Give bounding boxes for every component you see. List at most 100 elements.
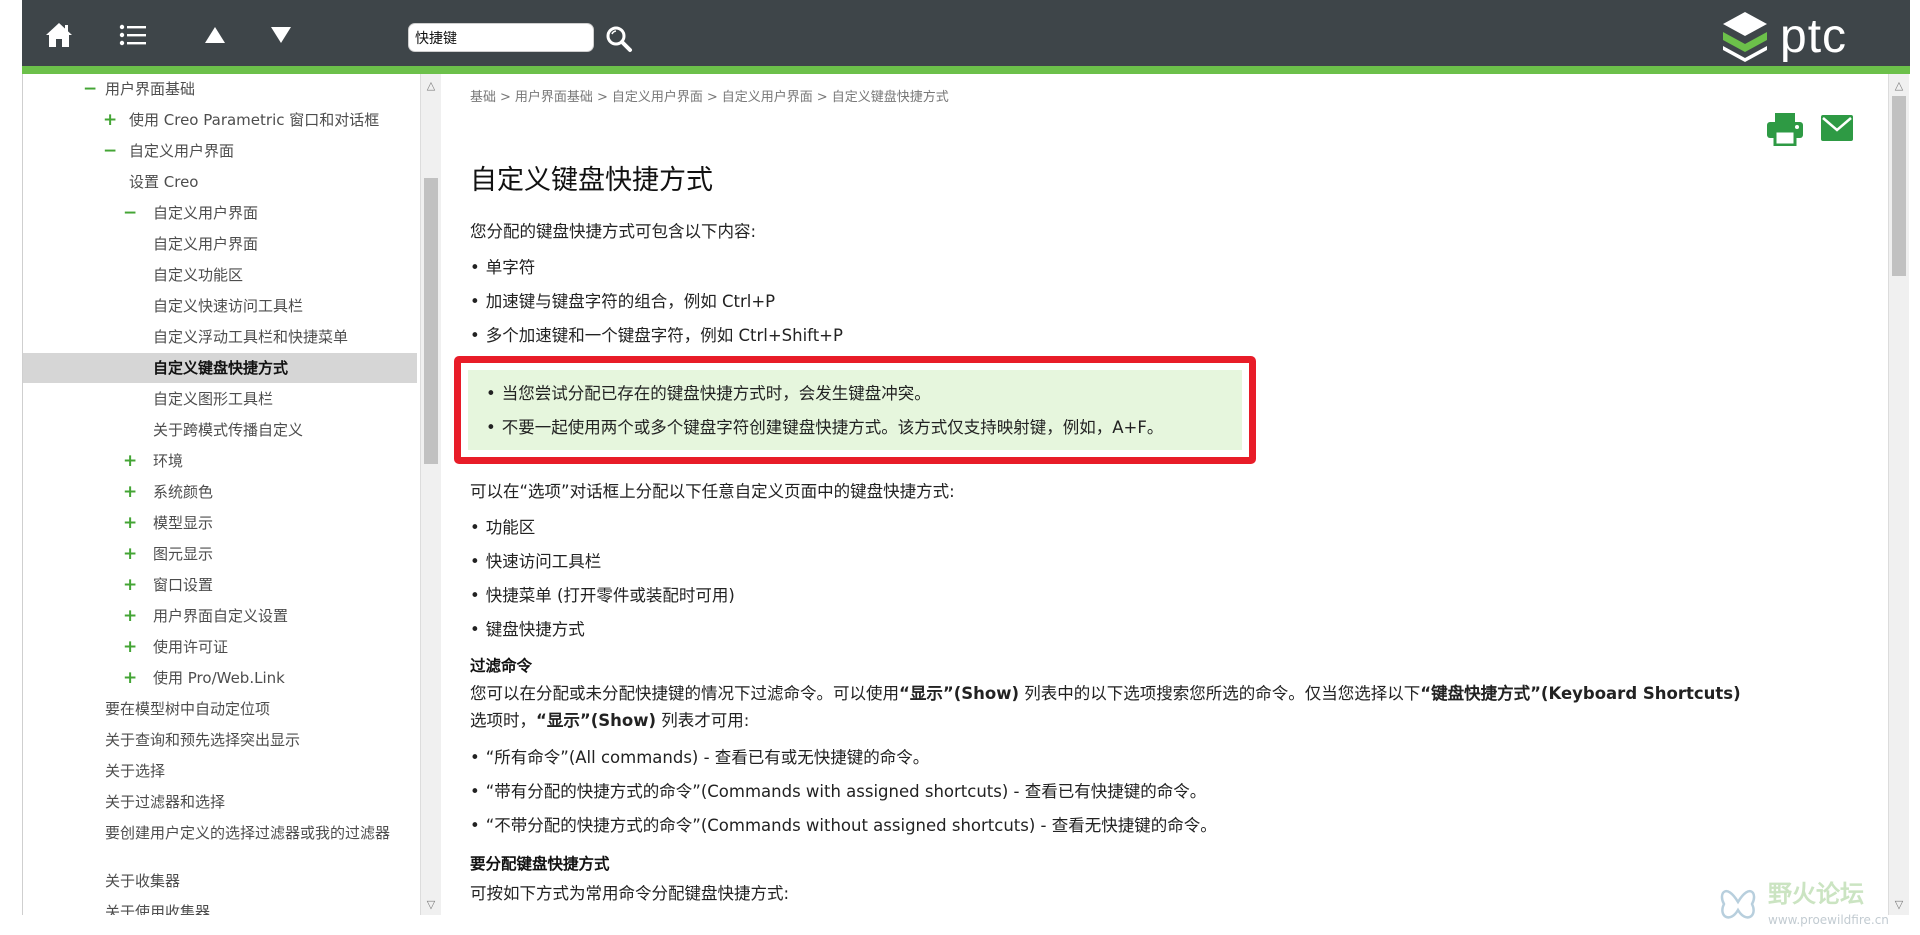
content-scrollbar-thumb[interactable] [1892,96,1906,276]
toc-button[interactable] [116,18,150,52]
toc-item-label: 模型显示 [153,514,214,532]
collapse-icon[interactable]: − [83,74,97,104]
collapse-icon[interactable]: − [103,136,117,166]
toc-item[interactable]: 关于跨模式传播自定义 [23,415,417,445]
toc-item[interactable]: + 窗口设置 [23,570,417,600]
printer-icon[interactable] [1766,112,1804,146]
toc-item[interactable]: + 用户界面自定义设置 [23,601,417,631]
toc-item[interactable]: 关于使用收集器 [23,897,417,915]
filter-bold-segment: “键盘快捷方式”(Keyboard Shortcuts) [1420,684,1741,703]
toc-item-label: 要在模型树中自动定位项 [105,700,271,718]
toc-item-label: 自定义快速访问工具栏 [153,297,304,315]
toc-item[interactable]: + 图元显示 [23,539,417,569]
toc-item-label: 关于跨模式传播自定义 [153,421,304,439]
toc-item-label: 自定义用户界面 [129,142,235,160]
toc-item-label: 使用许可证 [153,638,229,656]
nav-scrollbar[interactable]: △ ▽ [420,74,441,915]
toc-item-label: 关于收集器 [105,872,181,890]
toc-item[interactable]: 关于查询和预先选择突出显示 [23,725,417,755]
search-input[interactable] [408,23,594,52]
breadcrumb: 基础 > 用户界面基础 > 自定义用户界面 > 自定义用户界面 > 自定义键盘快捷方式 [470,86,949,105]
breadcrumb-link[interactable]: 基础 [470,90,496,105]
toc-navigation: − 用户界面基础 + 使用 Creo Parametric 窗口和对话框 − 自定义用户界… [23,74,417,915]
expand-icon[interactable]: + [123,632,137,662]
envelope-icon[interactable] [1820,114,1854,142]
home-button[interactable] [42,18,76,52]
toc-item-label: 用户界面基础 [105,80,196,98]
collapse-icon[interactable]: − [123,198,137,228]
expand-icon[interactable]: + [123,446,137,476]
filter-bold-segment: “显示”(Show) [536,711,656,730]
expand-icon[interactable]: + [123,601,137,631]
toc-item[interactable]: + 系统颜色 [23,477,417,507]
toc-item-label: 环境 [153,452,184,470]
triangle-down-icon [271,27,291,43]
filter-list-item: “不带分配的快捷方式的命令”(Commands without assigned… [470,812,1217,836]
toc-item[interactable]: 要创建用户定义的选择过滤器或我的过滤器 [23,818,417,866]
intro-list-item: 单字符 [470,254,536,278]
page-title: 自定义键盘快捷方式 [470,165,713,196]
filter-bold-segment: “显示”(Show) [899,684,1019,703]
magnifier-icon [606,26,632,52]
filter-heading: 过滤命令 [470,657,533,675]
toc-item[interactable]: 关于收集器 [23,866,417,896]
toc-item[interactable]: 自定义图形工具栏 [23,384,417,414]
search-button[interactable] [604,24,634,54]
toc-item-label: 设置 Creo [129,173,199,191]
expand-icon[interactable]: + [123,477,137,507]
options-list-item: 功能区 [470,514,536,538]
triangle-up-icon [205,27,225,43]
toc-item[interactable]: − 自定义用户界面 [23,136,417,166]
watermark-title: 野火论坛 [1768,880,1864,908]
toc-item-label: 关于查询和预先选择突出显示 [105,731,301,749]
toc-item[interactable]: − 用户界面基础 [23,74,417,104]
toc-item[interactable]: + 模型显示 [23,508,417,538]
breadcrumb-link[interactable]: 自定义用户界面 [612,90,703,105]
toc-item[interactable]: 自定义浮动工具栏和快捷菜单 [23,322,417,352]
toc-item[interactable]: 自定义快速访问工具栏 [23,291,417,321]
intro-text: 您分配的键盘快捷方式可包含以下内容: [470,222,757,241]
toc-item[interactable]: 关于选择 [23,756,417,786]
options-list-item: 快速访问工具栏 [470,548,602,572]
expand-icon[interactable]: + [123,539,137,569]
toc-item[interactable]: + 环境 [23,446,417,476]
content-scrollbar[interactable]: △ ▽ [1888,74,1909,915]
nav-scrollbar-thumb[interactable] [424,178,438,464]
toc-item[interactable]: − 自定义用户界面 [23,198,417,228]
breadcrumb-link[interactable]: 自定义用户界面 [722,90,813,105]
previous-topic-button[interactable] [198,18,232,52]
toc-item-label: 自定义键盘快捷方式 [153,359,289,377]
toc-item[interactable]: 设置 Creo [23,167,417,197]
filter-paragraph: 您可以在分配或未分配快捷键的情况下过滤命令。可以使用“显示”(Show) 列表中… [470,680,1880,734]
expand-icon[interactable]: + [123,663,137,693]
next-topic-button[interactable] [264,18,298,52]
breadcrumb-separator: > [706,90,718,105]
watermark-butterfly-icon [1720,889,1756,919]
options-list-item: 键盘快捷方式 [470,616,585,640]
filter-text-segment: 选项时， [470,711,536,730]
expand-icon[interactable]: + [103,105,117,135]
list-icon [119,24,146,46]
intro-list-item: 加速键与键盘字符的组合，例如 Ctrl+P [470,288,775,312]
options-intro-text: 可以在“选项”对话框上分配以下任意自定义页面中的键盘快捷方式: [470,482,955,501]
expand-icon[interactable]: + [123,570,137,600]
toc-item[interactable]: 要在模型树中自动定位项 [23,694,417,724]
toc-item[interactable]: + 使用许可证 [23,632,417,662]
toc-item[interactable]: + 使用 Pro/Web.Link [23,663,417,693]
toc-item[interactable]: + 使用 Creo Parametric 窗口和对话框 [23,105,417,135]
breadcrumb-link[interactable]: 用户界面基础 [515,90,593,105]
toc-item[interactable]: 自定义用户界面 [23,229,417,259]
expand-icon[interactable]: + [123,508,137,538]
filter-list-item: “所有命令”(All commands) - 查看已有或无快捷键的命令。 [470,744,930,768]
toc-item-label: 使用 Pro/Web.Link [153,669,285,687]
toc-item[interactable]: 自定义功能区 [23,260,417,290]
toc-item[interactable]: 自定义键盘快捷方式 [23,353,417,383]
breadcrumb-link[interactable]: 自定义键盘快捷方式 [832,90,949,105]
scroll-up-arrow-icon[interactable]: △ [1889,76,1909,94]
toc-item[interactable]: 关于过滤器和选择 [23,787,417,817]
scroll-up-arrow-icon[interactable]: △ [421,76,441,94]
options-list-item: 快捷菜单 (打开零件或装配时可用) [470,582,735,606]
watermark-url: www.proewildfire.cn [1768,913,1889,927]
scroll-down-arrow-icon[interactable]: ▽ [421,895,441,913]
toc-item-label: 自定义图形工具栏 [153,390,274,408]
